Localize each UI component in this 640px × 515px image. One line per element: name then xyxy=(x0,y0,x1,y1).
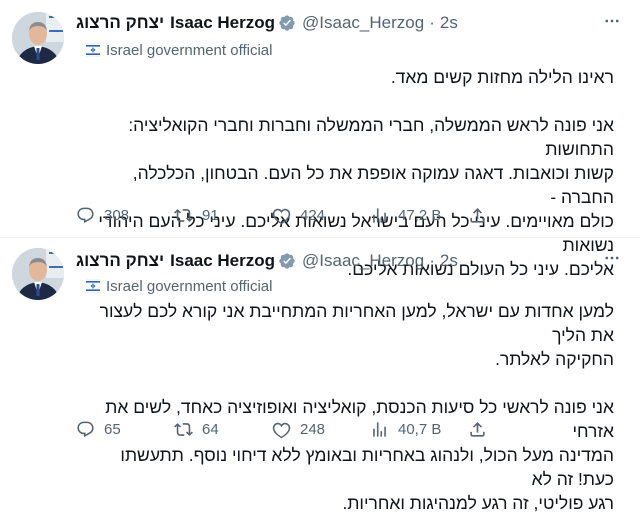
tweet-header: יצחק הרצוג Isaac Herzog @Isaac_Herzog · … xyxy=(76,12,458,34)
reply-icon xyxy=(77,421,94,437)
text-line: רגע פוליטי, זה רגע למנהיגות ואחריות. xyxy=(342,493,614,513)
like-button[interactable]: 424 xyxy=(272,206,370,225)
more-options-icon[interactable] xyxy=(600,9,624,33)
government-label-text: Israel government official xyxy=(106,41,273,59)
retweet-count: 91 xyxy=(202,206,219,224)
retweet-count: 64 xyxy=(202,420,219,438)
views-chart-icon xyxy=(373,207,386,223)
like-button[interactable]: 248 xyxy=(272,420,370,439)
text-line: ראינו הלילה מחזות קשים מאד. xyxy=(390,67,614,87)
timeline: יצחק הרצוג Isaac Herzog @Isaac_Herzog · … xyxy=(0,0,640,513)
reply-count: 308 xyxy=(104,206,130,224)
government-label[interactable]: Israel government official xyxy=(86,277,272,295)
retweet-button[interactable]: 64 xyxy=(174,420,272,439)
israel-flag-icon xyxy=(86,43,100,57)
like-count: 424 xyxy=(300,206,326,224)
tweet-actions: 308 91 424 47,2 B xyxy=(76,204,540,226)
author-handle[interactable]: @Isaac_Herzog xyxy=(302,251,424,271)
tweet-header: יצחק הרצוג Isaac Herzog @Isaac_Herzog · … xyxy=(76,250,458,272)
share-button[interactable] xyxy=(468,206,496,225)
text-line: אני פונה לראש הממשלה, חברי הממשלה וחברות… xyxy=(128,115,614,159)
author-handle[interactable]: @Isaac_Herzog xyxy=(302,13,424,33)
retweet-icon xyxy=(174,422,193,436)
heart-icon xyxy=(272,208,291,224)
view-count: 47,2 B xyxy=(398,206,442,224)
israel-flag-icon xyxy=(86,279,100,293)
text-line: למען אחדות עם ישראל, למען האחריות המתחיי… xyxy=(99,301,614,345)
view-count: 40,7 B xyxy=(398,420,442,438)
author-name-hebrew[interactable]: יצחק הרצוג xyxy=(76,13,164,33)
retweet-button[interactable]: 91 xyxy=(174,206,272,225)
retweet-icon xyxy=(174,208,193,222)
gray-verified-badge-icon xyxy=(278,252,296,270)
views-button[interactable]: 40,7 B xyxy=(370,420,468,439)
reply-button[interactable]: 308 xyxy=(76,206,174,225)
share-icon xyxy=(470,207,485,223)
share-button[interactable] xyxy=(468,420,496,439)
avatar[interactable] xyxy=(12,248,64,300)
more-options-icon[interactable] xyxy=(600,246,624,270)
tweet[interactable]: יצחק הרצוג Isaac Herzog @Isaac_Herzog · … xyxy=(0,237,640,513)
heart-icon xyxy=(272,422,291,438)
views-button[interactable]: 47,2 B xyxy=(370,206,468,225)
avatar[interactable] xyxy=(12,12,64,64)
government-label[interactable]: Israel government official xyxy=(86,41,272,59)
text-line: החקיקה לאלתר. xyxy=(495,349,614,369)
separator-dot: · xyxy=(429,251,435,270)
author-name[interactable]: Isaac Herzog xyxy=(170,13,275,33)
separator-dot: · xyxy=(429,13,435,32)
reply-button[interactable]: 65 xyxy=(76,420,174,439)
government-label-text: Israel government official xyxy=(106,277,273,295)
tweet[interactable]: יצחק הרצוג Isaac Herzog @Isaac_Herzog · … xyxy=(0,0,640,279)
author-name[interactable]: Isaac Herzog xyxy=(170,251,275,271)
tweet-text: למען אחדות עם ישראל, למען האחריות המתחיי… xyxy=(80,299,614,515)
share-icon xyxy=(470,421,485,437)
gray-verified-badge-icon xyxy=(278,14,296,32)
text-line: המדינה מעל הכול, ולנהוג באחריות ובאומץ ל… xyxy=(120,445,614,489)
timestamp[interactable]: 2s xyxy=(440,251,458,271)
like-count: 248 xyxy=(300,420,326,438)
views-chart-icon xyxy=(373,421,386,437)
timestamp[interactable]: 2s xyxy=(440,13,458,33)
author-name-hebrew[interactable]: יצחק הרצוג xyxy=(76,251,164,271)
reply-icon xyxy=(77,207,94,223)
reply-count: 65 xyxy=(104,420,121,438)
text-line: קשות וכואבות. דאגה עמוקה אופפת את כל העם… xyxy=(132,163,614,207)
tweet-actions: 65 64 248 40,7 B xyxy=(76,418,540,440)
